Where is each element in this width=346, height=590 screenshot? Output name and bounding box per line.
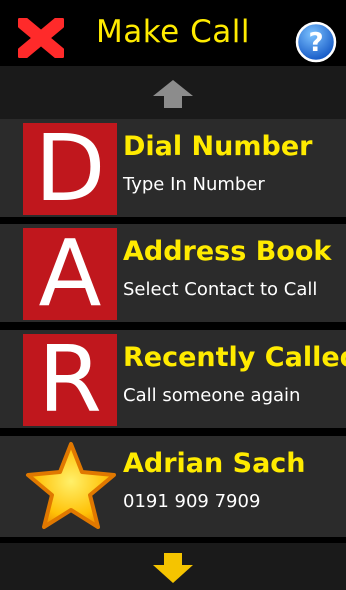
star-icon [26, 442, 116, 529]
item-subtitle: 0191 909 7909 [123, 491, 261, 512]
item-title: Dial Number [123, 131, 313, 162]
list-item-address-book[interactable]: A Address Book Select Contact to Call [0, 224, 346, 325]
letter-tile: D [23, 123, 117, 215]
help-icon[interactable]: ? [295, 21, 337, 63]
item-subtitle: Select Contact to Call [123, 279, 318, 300]
item-subtitle: Type In Number [123, 174, 265, 195]
item-title: Adrian Sach [123, 448, 306, 479]
scroll-up-button[interactable] [0, 66, 346, 121]
top-bar: Make Call ? [0, 0, 346, 66]
arrow-up-icon [153, 80, 193, 108]
scroll-down-button[interactable] [0, 541, 346, 590]
list-item-favorite-contact[interactable]: Adrian Sach 0191 909 7909 [0, 436, 346, 537]
list-item-recently-called[interactable]: R Recently Called Call someone again [0, 330, 346, 431]
letter-tile: A [23, 228, 117, 320]
letter-tile: R [23, 334, 117, 426]
item-title: Address Book [123, 236, 332, 267]
arrow-down-icon [153, 553, 193, 583]
item-title: Recently Called [123, 342, 346, 373]
list-item-dial-number[interactable]: D Dial Number Type In Number [0, 119, 346, 220]
item-subtitle: Call someone again [123, 385, 301, 406]
svg-text:?: ? [308, 28, 323, 58]
